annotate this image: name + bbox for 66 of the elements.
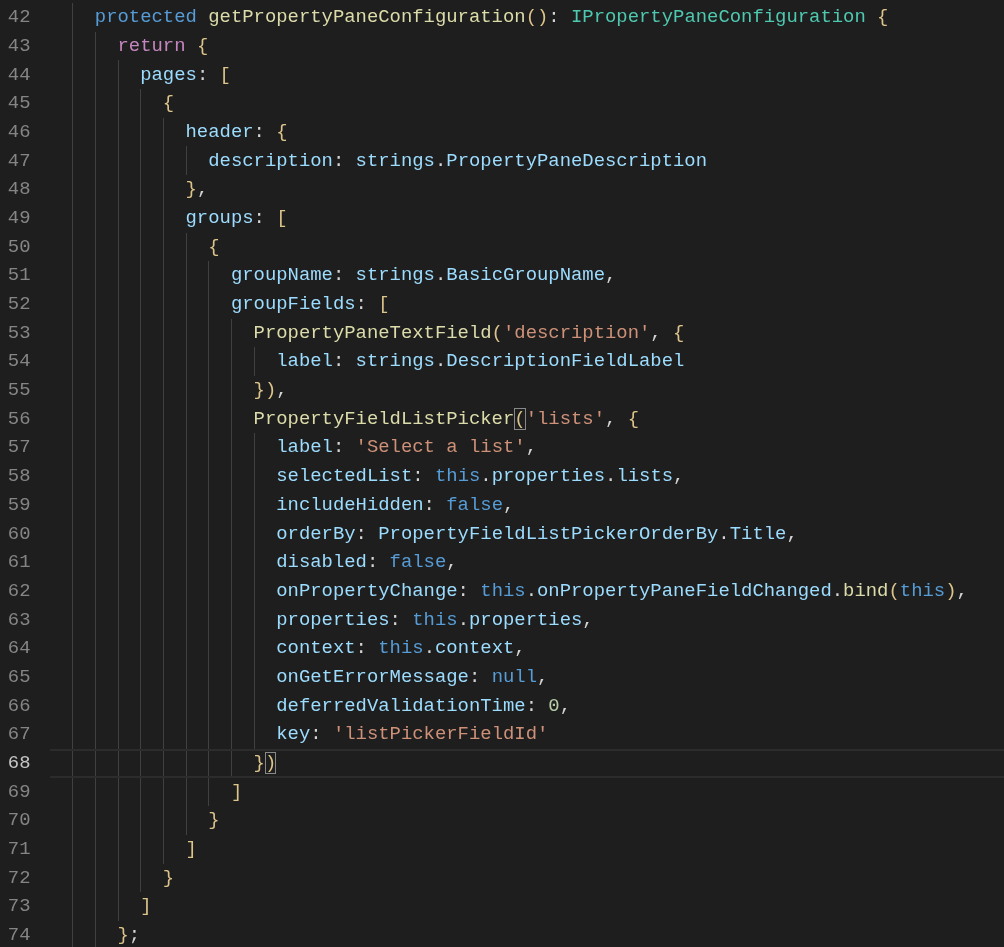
line-number: 62 (6, 578, 32, 604)
code-line: disabled: false, (276, 550, 458, 576)
line-number: 50 (6, 234, 32, 260)
code-line: onGetErrorMessage: null, (276, 664, 549, 690)
line-number: 58 (6, 464, 32, 490)
code-line: }; (117, 923, 141, 947)
code-line: groupName: strings.BasicGroupName, (230, 263, 617, 289)
code-line: key: 'listPickerFieldId' (276, 722, 549, 748)
line-number: 66 (6, 693, 32, 719)
line-number: 74 (6, 923, 32, 947)
line-number: 47 (6, 148, 32, 174)
code-line: ] (140, 894, 152, 920)
line-number: 57 (6, 435, 32, 461)
line-number: 72 (6, 865, 32, 891)
code-line: header: { (185, 119, 288, 145)
line-number: 44 (6, 62, 32, 88)
code-line: ] (230, 779, 243, 805)
code-line: groups: [ (185, 205, 288, 231)
line-number: 56 (6, 406, 32, 432)
line-number: 59 (6, 492, 32, 518)
code-line: PropertyFieldListPicker('lists', { (253, 406, 639, 432)
code-line: { (208, 234, 220, 260)
line-number: 71 (6, 837, 32, 863)
line-number: 61 (6, 550, 32, 576)
line-number: 63 (6, 607, 32, 633)
code-line: onPropertyChange: this.onPropertyPaneFieldChanged.bind(this), (276, 578, 968, 604)
line-number: 43 (6, 33, 32, 59)
code-line: } (162, 865, 175, 891)
code-line: label: 'Select a list', (276, 435, 537, 461)
line-number: 73 (6, 894, 32, 920)
code-line: properties: this.properties, (276, 607, 594, 633)
code-line: }, (185, 177, 209, 203)
code-line: pages: [ (140, 62, 231, 88)
code-line: }) (253, 751, 277, 777)
code-line: protected getPropertyPaneConfiguration(): IPropertyPaneConfiguration { (94, 5, 889, 31)
line-number: 65 (6, 664, 32, 690)
line-number: 48 (6, 177, 32, 203)
line-number: 42 (6, 5, 32, 31)
code-line: description: strings.PropertyPaneDescription (208, 148, 708, 174)
line-number: 49 (6, 205, 32, 231)
line-number: 64 (6, 636, 32, 662)
line-number: 52 (6, 292, 32, 318)
code-line: orderBy: PropertyFieldListPickerOrderBy.Title, (276, 521, 798, 547)
code-line: return { (117, 33, 209, 59)
line-number: 46 (6, 119, 32, 145)
code-line: } (208, 808, 220, 834)
line-number: 70 (6, 808, 32, 834)
code-line: groupFields: [ (230, 292, 390, 318)
line-number: 53 (6, 320, 32, 346)
line-number: 67 (6, 722, 32, 748)
line-number: 45 (6, 91, 32, 117)
line-number: 68 (6, 751, 32, 777)
line-number: 60 (6, 521, 32, 547)
line-number: 54 (6, 349, 32, 375)
code-line: PropertyPaneTextField('description', { (253, 320, 685, 346)
line-number: 51 (6, 263, 32, 289)
code-line: context: this.context, (276, 636, 526, 662)
code-line: label: strings.DescriptionFieldLabel (276, 349, 685, 375)
code-line: { (162, 91, 175, 117)
code-line: ] (185, 837, 197, 863)
code-line: }), (253, 378, 288, 404)
line-number: 69 (6, 779, 32, 805)
line-number: 55 (6, 378, 32, 404)
code-line: includeHidden: false, (276, 492, 515, 518)
code-line: selectedList: this.properties.lists, (276, 464, 685, 490)
code-line: deferredValidationTime: 0, (276, 693, 571, 719)
